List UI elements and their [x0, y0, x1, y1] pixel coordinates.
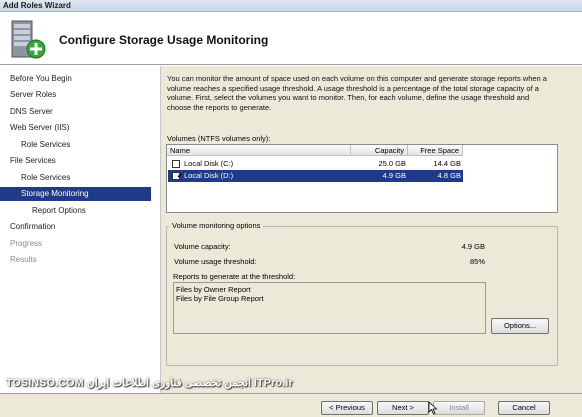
volumes-list[interactable]: Name Capacity Free Space Local Disk (C:)… [166, 144, 558, 213]
column-header-name[interactable]: Name [167, 145, 351, 156]
window-title: Add Roles Wizard [3, 1, 71, 10]
reports-label: Reports to generate at the threshold: [173, 272, 296, 281]
usage-threshold-value: 85% [469, 257, 485, 266]
column-header-capacity[interactable]: Capacity [351, 145, 408, 156]
volume-name: Local Disk (D:) [184, 171, 234, 180]
previous-button[interactable]: < Previous [321, 401, 373, 415]
page-title: Configure Storage Usage Monitoring [59, 33, 269, 47]
nav-item-progress: Progress [10, 239, 43, 248]
install-button: Install [433, 401, 485, 415]
nav-item-file-role-services[interactable]: Role Services [0, 171, 151, 185]
nav-item-storage-monitoring[interactable]: Storage Monitoring [0, 187, 151, 201]
column-header-free-space[interactable]: Free Space [408, 145, 463, 156]
nav-item-web-role-services[interactable]: Role Services [0, 138, 151, 152]
wizard-header: Configure Storage Usage Monitoring [0, 12, 582, 65]
group-legend: Volume monitoring options [169, 221, 264, 230]
watermark-text: TOSINSO.COM انجمن تخصصی فناوری اطلاعات ا… [6, 377, 293, 389]
volume-capacity-label: Volume capacity: [174, 242, 231, 251]
nav-item-results: Results [10, 255, 37, 264]
volume-capacity-value: 4.9 GB [461, 242, 485, 251]
wizard-footer: < Previous Next > Install Cancel [0, 393, 582, 417]
volumes-label: Volumes (NTFS volumes only): [167, 134, 271, 143]
cancel-button[interactable]: Cancel [498, 401, 550, 415]
next-button[interactable]: Next > [377, 401, 429, 415]
server-add-icon [11, 20, 46, 59]
volume-free-space: 14.4 GB [433, 159, 461, 168]
report-item: Files by File Group Report [176, 294, 264, 303]
volume-row-d[interactable]: ✔ Local Disk (D:) 4.9 GB 4.8 GB [168, 170, 463, 182]
volume-capacity: 4.9 GB [382, 171, 406, 180]
nav-item-dns-server[interactable]: DNS Server [0, 105, 151, 119]
options-button[interactable]: Options... [491, 318, 549, 334]
wizard-nav: Before You Begin Server Roles DNS Server… [0, 66, 160, 393]
volume-checkbox-d[interactable]: ✔ [172, 172, 183, 180]
intro-text: You can monitor the amount of space used… [167, 74, 547, 112]
volume-capacity: 25.0 GB [378, 159, 406, 168]
volume-free-space: 4.8 GB [437, 171, 461, 180]
volume-name: Local Disk (C:) [184, 159, 234, 168]
usage-threshold-label: Volume usage threshold: [174, 257, 257, 266]
nav-item-before-you-begin[interactable]: Before You Begin [0, 72, 151, 86]
nav-item-server-roles[interactable]: Server Roles [0, 88, 151, 102]
report-item: Files by Owner Report [176, 285, 251, 294]
mouse-pointer-icon [428, 401, 438, 415]
volume-checkbox-c[interactable] [172, 160, 180, 168]
volume-row-c[interactable]: Local Disk (C:) 25.0 GB 14.4 GB [168, 158, 463, 170]
nav-item-web-server[interactable]: Web Server (IIS) [0, 121, 151, 135]
reports-list: Files by Owner Report Files by File Grou… [173, 282, 486, 334]
checkmark-icon: ✔ [177, 173, 183, 180]
nav-item-file-services[interactable]: File Services [0, 154, 151, 168]
title-bar[interactable]: Add Roles Wizard [0, 0, 582, 12]
nav-item-report-options[interactable]: Report Options [0, 204, 151, 218]
content-panel: You can monitor the amount of space used… [161, 66, 582, 393]
nav-item-confirmation[interactable]: Confirmation [0, 220, 151, 234]
